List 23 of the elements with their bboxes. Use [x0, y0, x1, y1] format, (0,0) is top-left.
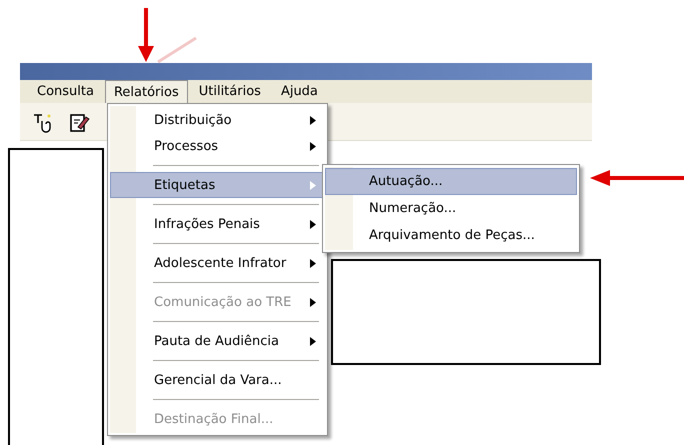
- menu-item[interactable]: Autuação...: [325, 168, 577, 195]
- menu-item[interactable]: Etiquetas: [110, 172, 325, 198]
- submenu-arrow-icon: [310, 258, 316, 268]
- submenu-arrow-icon: [310, 116, 316, 124]
- menu-item[interactable]: Infrações Penais: [110, 211, 325, 237]
- submenu-arrow-icon: [310, 298, 316, 306]
- menu-item[interactable]: Adolescente Infrator: [110, 250, 325, 276]
- submenu-arrow-icon: [310, 220, 316, 228]
- menu-bar-item[interactable]: Ajuda: [272, 80, 327, 103]
- submenu-arrow-icon: [310, 142, 316, 150]
- pointer-arrow: [138, 8, 154, 62]
- faint-line: [157, 36, 197, 64]
- menu-item[interactable]: Pauta de Audiência: [110, 328, 325, 354]
- menu-item[interactable]: Numeração...: [325, 195, 577, 222]
- submenu-arrow-icon: [310, 180, 316, 190]
- menu-bar-item[interactable]: Relatórios: [104, 80, 188, 103]
- menu-item[interactable]: Arquivamento de Peças...: [325, 222, 577, 249]
- menu-item[interactable]: Processos: [110, 133, 325, 159]
- menu-item[interactable]: Distribuição: [110, 107, 325, 133]
- menu-bar-item[interactable]: Consulta: [28, 80, 103, 103]
- menu-item[interactable]: Gerencial da Vara...: [110, 367, 325, 393]
- menu-bar-item[interactable]: Utilitários: [190, 80, 270, 103]
- submenu-arrow-icon: [310, 336, 316, 346]
